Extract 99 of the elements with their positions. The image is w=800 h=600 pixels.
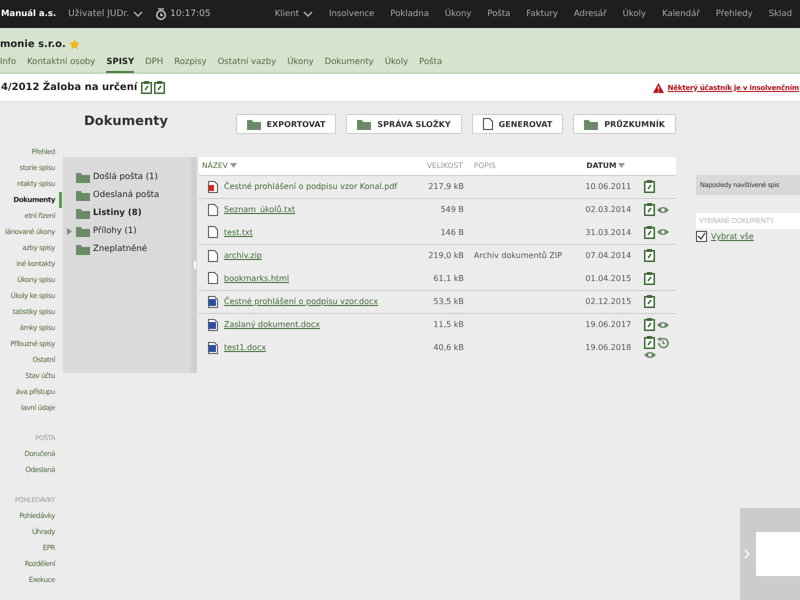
file-size: 219,0 kB — [412, 244, 464, 267]
select-all-link[interactable]: Vybrat vše — [711, 232, 754, 241]
clipboard-icon[interactable] — [644, 203, 655, 216]
folder-icon — [76, 190, 90, 200]
clipboard-icon — [141, 81, 152, 94]
eye-icon[interactable] — [656, 320, 669, 329]
file-date: 19.06.2018 — [585, 336, 644, 359]
folder-item[interactable]: Odeslaná pošta — [65, 186, 191, 204]
chevron-down-icon — [133, 11, 144, 17]
client-tab[interactable]: Úkony — [287, 57, 314, 73]
clipboard-icon[interactable] — [644, 226, 655, 239]
stopwatch-icon — [155, 8, 168, 20]
file-size: 11,5 kB — [412, 313, 464, 336]
nav-link[interactable]: Sklad — [760, 9, 800, 19]
nav-link[interactable]: Úkoly — [614, 9, 654, 19]
client-tab[interactable]: Ostatní vazby — [218, 57, 276, 73]
file-size: 40,6 kB — [432, 342, 464, 354]
timer-text: 10:17:05 — [170, 9, 211, 19]
checkbox-icon — [696, 231, 707, 242]
client-tab[interactable]: Info — [0, 57, 16, 73]
clipboard-icon[interactable] — [644, 180, 655, 193]
file-name[interactable]: test1.docx — [224, 343, 266, 352]
user-menu[interactable]: Uživatel JUDr. — [68, 9, 144, 19]
company-name: Manuál a.s. — [1, 9, 56, 19]
chevron-right-icon — [744, 549, 750, 559]
file-date: 07.04.2014 — [585, 244, 644, 267]
document-icon — [208, 226, 218, 238]
folder-item[interactable]: Listiny (8) — [65, 204, 191, 222]
clipboard-icon[interactable] — [644, 336, 655, 349]
nav-link[interactable]: Úkony — [436, 9, 480, 19]
client-tab[interactable]: Dokumenty — [324, 57, 374, 73]
word-file-icon — [208, 318, 218, 331]
file-name[interactable]: Zaslaný dokument.docx — [224, 320, 320, 330]
folder-icon — [76, 172, 90, 182]
eye-icon[interactable] — [656, 228, 669, 236]
client-tab[interactable]: Úkoly — [384, 57, 408, 73]
clipboard-icon — [154, 81, 166, 94]
history-icon[interactable] — [656, 336, 669, 348]
file-name[interactable]: Seznam_úkolů.txt — [224, 205, 296, 214]
document-icon — [208, 250, 218, 262]
toolbar-button[interactable]: GENEROVAT — [472, 114, 564, 134]
client-tab[interactable]: DPH — [145, 57, 164, 73]
folder-icon — [76, 244, 90, 254]
nav-link[interactable]: Pošta — [479, 9, 518, 19]
nav-link[interactable]: Faktury — [518, 9, 566, 19]
nav-link[interactable]: Klient — [266, 9, 321, 19]
document-icon — [482, 118, 493, 130]
folder-icon — [76, 208, 90, 218]
toolbar-button[interactable]: SPRÁVA SLOŽKY — [346, 114, 462, 134]
folder-icon — [357, 118, 372, 130]
file-size: 53,5 kB — [412, 290, 464, 313]
clipboard-icon[interactable] — [644, 318, 655, 332]
file-date: 01.04.2015 — [585, 267, 644, 290]
file-name: Čestné prohlášení o podpisu vzor Konal.pdf — [224, 182, 398, 191]
document-icon — [208, 272, 218, 284]
nav-link[interactable]: Insolvence — [320, 9, 382, 19]
folder-icon — [76, 226, 90, 236]
folder-icon — [584, 118, 598, 130]
client-name: monie s.r.o. — [0, 39, 66, 50]
file-name[interactable]: bookmarks.html — [224, 274, 290, 283]
nav-link[interactable]: Kalendář — [654, 9, 708, 19]
file-size: 146 B — [412, 221, 464, 244]
clipboard-icon[interactable] — [644, 295, 655, 308]
folder-item[interactable]: Došlá pošta (1) — [65, 168, 191, 186]
nav-link[interactable]: Přehledy — [708, 9, 761, 19]
drawer-content-panel — [756, 532, 800, 576]
file-date: 10.06.2011 — [585, 175, 644, 198]
file-date: 02.12.2015 — [585, 290, 644, 313]
folder-item[interactable]: Přílohy (1) — [65, 222, 191, 240]
file-date: 02.03.2014 — [585, 198, 644, 221]
toolbar-button[interactable]: PRŮZKUMNÍK — [573, 114, 676, 134]
document-icon — [208, 204, 218, 216]
clipboard-icon[interactable] — [644, 249, 655, 262]
file-description: Archiv dokumentů ZIP — [474, 251, 562, 260]
word-file-icon — [208, 342, 218, 354]
client-tab[interactable]: Rozpisy — [174, 57, 207, 73]
word-file-icon — [208, 296, 218, 308]
eye-icon[interactable] — [656, 206, 669, 214]
clipboard-icon[interactable] — [644, 272, 655, 285]
file-size: 217,9 kB — [412, 175, 464, 198]
eye-icon[interactable] — [644, 351, 656, 359]
file-date: 31.03.2014 — [585, 221, 644, 244]
file-name[interactable]: test.txt — [224, 228, 253, 237]
file-size: 549 B — [412, 198, 464, 221]
file-date: 19.06.2017 — [585, 313, 644, 336]
case-title: 4/2012 Žaloba na určení — [1, 82, 138, 93]
client-tab[interactable]: Kontaktní osoby — [27, 57, 96, 73]
file-size: 61,1 kB — [412, 267, 464, 290]
toolbar-button[interactable]: EXPORTOVAT — [236, 114, 336, 134]
client-tab[interactable]: Pošta — [419, 57, 442, 73]
folder-item[interactable]: Zneplatněné — [65, 240, 191, 258]
pdf-file-icon — [208, 180, 218, 192]
nav-link[interactable]: Adresář — [566, 9, 615, 19]
file-name[interactable]: archiv.zip — [224, 251, 262, 260]
nav-link[interactable]: Pokladna — [382, 9, 437, 19]
page-heading: Dokumenty — [84, 114, 168, 129]
warning-icon — [652, 82, 664, 92]
file-name[interactable]: Čestné prohlášení o podpisu vzor.docx — [224, 297, 378, 306]
folder-icon — [246, 118, 261, 130]
